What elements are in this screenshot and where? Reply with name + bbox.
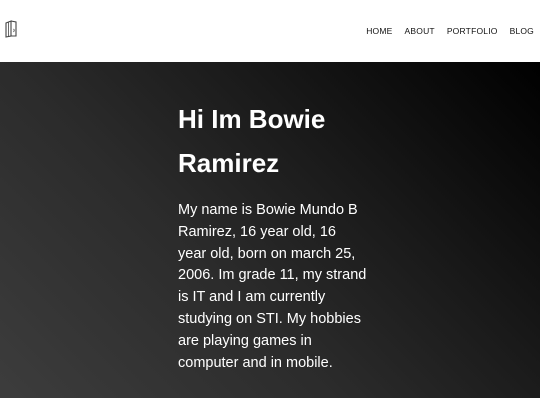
nav-home-link[interactable]: HOME (366, 26, 392, 36)
hero-bio-text: My name is Bowie Mundo B Ramirez, 16 yea… (178, 202, 367, 371)
nav-blog-link[interactable]: BLOG (510, 26, 534, 36)
site-header: HOME ABOUT PORTFOLIO BLOG (0, 0, 540, 62)
main-nav: HOME ABOUT PORTFOLIO BLOG (354, 26, 534, 36)
hero-title: Hi Im Bowie Ramirez (178, 104, 326, 178)
nav-portfolio-link[interactable]: PORTFOLIO (447, 26, 498, 36)
book-logo-icon[interactable] (4, 20, 20, 38)
page-bottom-edge (0, 398, 540, 405)
nav-about-link[interactable]: ABOUT (405, 26, 435, 36)
hero-section: Hi Im Bowie Ramirez My name is Bowie Mun… (0, 62, 540, 405)
